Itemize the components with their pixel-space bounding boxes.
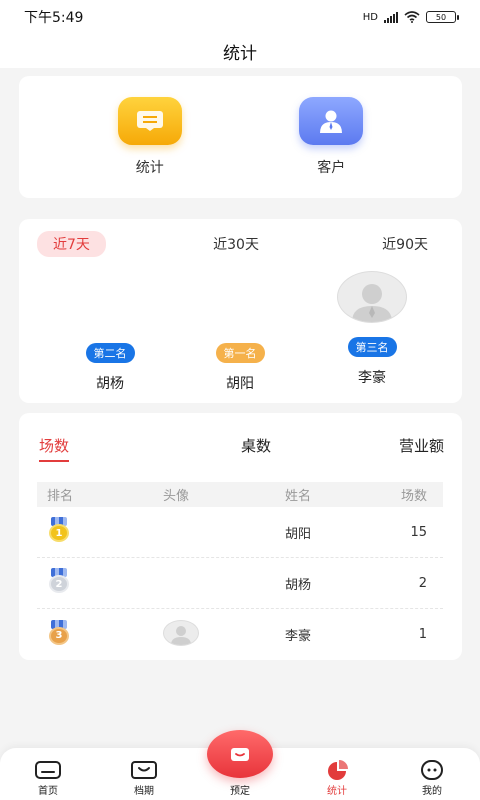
rank-badge: 第一名 bbox=[215, 343, 265, 363]
status-icons: HD 50 bbox=[362, 11, 459, 23]
table-row[interactable]: 1 胡阳 15 bbox=[37, 507, 443, 558]
podium-first[interactable]: 第一名 胡阳 bbox=[185, 337, 295, 393]
nav-label: 统计 bbox=[327, 786, 347, 797]
nav-home[interactable]: 首页 bbox=[18, 760, 78, 797]
tab-90-days[interactable]: 近90天 bbox=[366, 231, 428, 257]
stats-card: 场数 桌数 营业额 排名 头像 姓名 场数 1 胡阳 15 2 胡杨 2 3 李… bbox=[19, 413, 462, 660]
podium: 第二名 胡杨 第一名 胡阳 第三名 李豪 bbox=[19, 271, 462, 399]
period-tabs: 近7天 近30天 近90天 bbox=[37, 231, 428, 257]
avatar bbox=[337, 271, 407, 323]
pie-chart-icon bbox=[328, 760, 348, 780]
podium-second[interactable]: 第二名 胡杨 bbox=[55, 337, 165, 393]
page-title: 统计 bbox=[223, 43, 257, 64]
row-value: 15 bbox=[410, 524, 427, 540]
status-time: 下午5:49 bbox=[24, 10, 84, 26]
silver-medal-icon: 2 bbox=[47, 568, 71, 594]
row-value: 2 bbox=[418, 575, 427, 591]
column-header: 头像 bbox=[163, 489, 190, 504]
podium-third[interactable]: 第三名 李豪 bbox=[317, 271, 427, 387]
status-bar: 下午5:49 HD 50 bbox=[0, 0, 480, 34]
table-header: 排名 头像 姓名 场数 bbox=[37, 482, 443, 507]
bag-icon bbox=[231, 748, 249, 761]
podium-name: 李豪 bbox=[358, 370, 386, 386]
row-name: 李豪 bbox=[285, 629, 312, 644]
wifi-icon bbox=[404, 11, 420, 23]
table-row[interactable]: 3 李豪 1 bbox=[37, 609, 443, 660]
quick-entry-statistics[interactable]: 统计 bbox=[117, 97, 182, 177]
reserve-label: 预定 bbox=[230, 786, 250, 797]
home-icon bbox=[35, 761, 61, 779]
tab-revenue[interactable]: 营业额 bbox=[399, 435, 444, 462]
nav-label: 首页 bbox=[38, 786, 58, 797]
rank-number: 2 bbox=[49, 575, 69, 593]
quick-entry-label: 客户 bbox=[317, 160, 346, 176]
calendar-icon bbox=[131, 761, 157, 779]
ranking-table: 排名 头像 姓名 场数 1 胡阳 15 2 胡杨 2 3 李豪 1 bbox=[37, 482, 443, 660]
row-value: 1 bbox=[418, 627, 427, 642]
rank-number: 3 bbox=[49, 626, 69, 645]
customer-icon bbox=[299, 97, 364, 145]
row-name: 胡阳 bbox=[285, 526, 312, 542]
tab-tables[interactable]: 桌数 bbox=[241, 435, 271, 462]
ranking-card: 近7天 近30天 近90天 第二名 胡杨 第一名 胡阳 第三名 李豪 bbox=[19, 219, 462, 403]
gold-medal-icon: 1 bbox=[47, 517, 71, 543]
battery-icon: 50 bbox=[426, 11, 459, 23]
face-icon bbox=[421, 760, 443, 780]
metric-tabs: 场数 桌数 营业额 bbox=[39, 435, 444, 462]
quick-entry-customers[interactable]: 客户 bbox=[299, 97, 364, 177]
rank-badge: 第二名 bbox=[85, 343, 135, 363]
column-header: 场数 bbox=[400, 489, 427, 504]
network-type: HD bbox=[362, 11, 378, 23]
tab-7-days[interactable]: 近7天 bbox=[37, 231, 106, 257]
tab-30-days[interactable]: 近30天 bbox=[197, 231, 275, 257]
quick-entry-label: 统计 bbox=[135, 160, 164, 176]
bronze-medal-icon: 3 bbox=[47, 619, 71, 646]
quick-entry-card: 统计 客户 bbox=[19, 76, 462, 198]
rank-number: 1 bbox=[49, 524, 69, 542]
nav-label: 我的 bbox=[422, 786, 442, 797]
row-name: 胡杨 bbox=[285, 577, 312, 593]
column-header: 排名 bbox=[47, 489, 74, 504]
column-header: 姓名 bbox=[285, 489, 312, 504]
nav-statistics[interactable]: 统计 bbox=[307, 760, 367, 797]
page-header: 统计 bbox=[0, 34, 480, 68]
battery-level: 50 bbox=[435, 12, 447, 22]
signal-icon bbox=[384, 11, 398, 23]
nav-profile[interactable]: 我的 bbox=[402, 760, 462, 797]
podium-name: 胡阳 bbox=[226, 376, 254, 392]
report-icon bbox=[117, 97, 182, 145]
table-row[interactable]: 2 胡杨 2 bbox=[37, 558, 443, 609]
tab-sessions[interactable]: 场数 bbox=[39, 435, 70, 462]
podium-name: 胡杨 bbox=[96, 376, 124, 392]
avatar bbox=[163, 620, 199, 646]
nav-schedule[interactable]: 档期 bbox=[114, 760, 174, 797]
nav-label: 档期 bbox=[134, 786, 154, 797]
rank-badge: 第三名 bbox=[347, 337, 397, 357]
reserve-button[interactable] bbox=[207, 730, 273, 778]
